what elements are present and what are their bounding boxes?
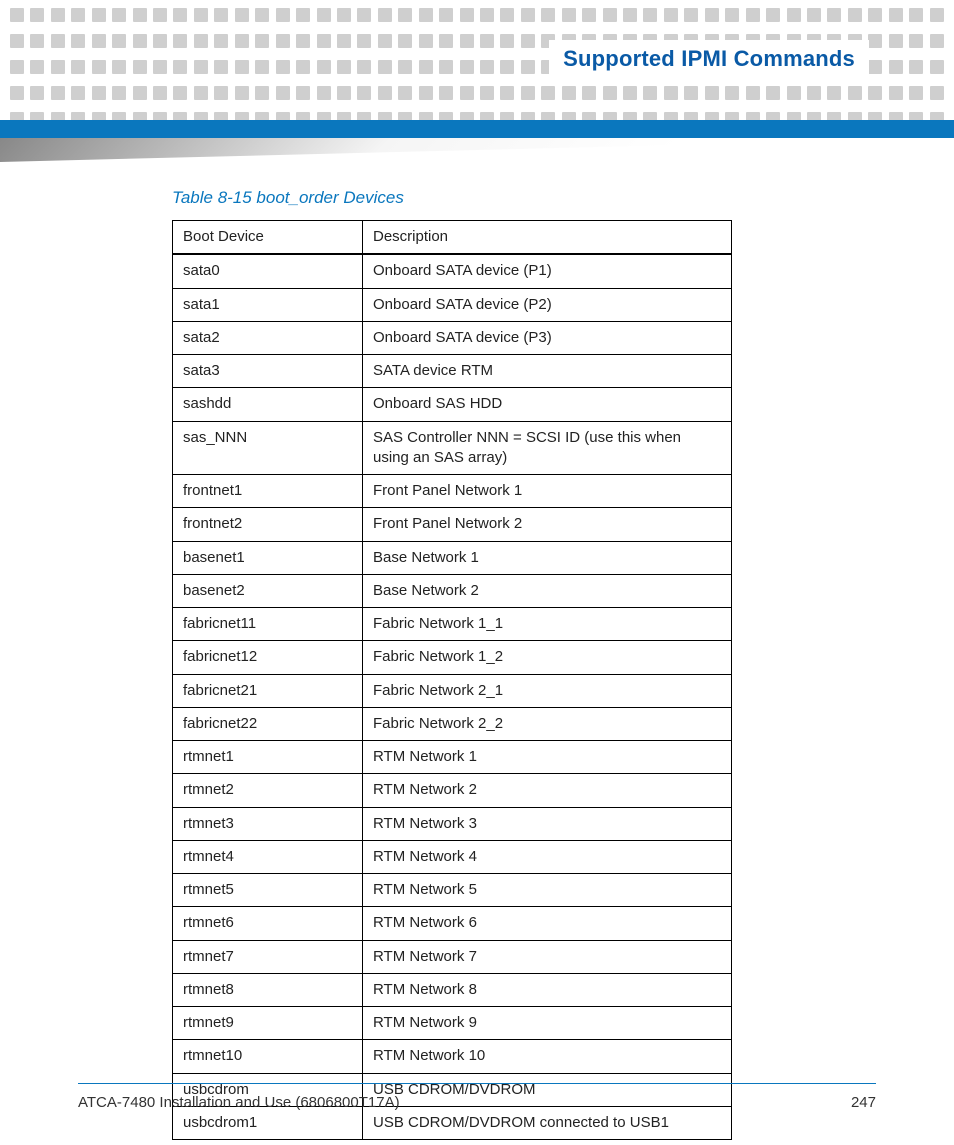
- cell-description: Fabric Network 2_2: [363, 707, 732, 740]
- table-row: fabricnet12Fabric Network 1_2: [173, 641, 732, 674]
- cell-description: SAS Controller NNN = SCSI ID (use this w…: [363, 421, 732, 475]
- cell-description: RTM Network 3: [363, 807, 732, 840]
- cell-description: Base Network 2: [363, 574, 732, 607]
- cell-description: Onboard SAS HDD: [363, 388, 732, 421]
- table-caption: Table 8-15 boot_order Devices: [172, 188, 732, 208]
- cell-boot-device: rtmnet7: [173, 940, 363, 973]
- table-row: rtmnet7RTM Network 7: [173, 940, 732, 973]
- boot-order-devices-table: Boot Device Description sata0Onboard SAT…: [172, 220, 732, 1140]
- cell-boot-device: basenet1: [173, 541, 363, 574]
- cell-description: Fabric Network 2_1: [363, 674, 732, 707]
- cell-boot-device: sas_NNN: [173, 421, 363, 475]
- table-row: rtmnet8RTM Network 8: [173, 973, 732, 1006]
- cell-description: Onboard SATA device (P3): [363, 321, 732, 354]
- table-row: rtmnet4RTM Network 4: [173, 840, 732, 873]
- cell-description: RTM Network 9: [363, 1007, 732, 1040]
- cell-description: Onboard SATA device (P2): [363, 288, 732, 321]
- cell-description: Fabric Network 1_1: [363, 608, 732, 641]
- cell-boot-device: rtmnet8: [173, 973, 363, 1006]
- cell-boot-device: rtmnet10: [173, 1040, 363, 1073]
- table-row: sata3SATA device RTM: [173, 355, 732, 388]
- table-row: sata0Onboard SATA device (P1): [173, 254, 732, 288]
- table-row: sata2Onboard SATA device (P3): [173, 321, 732, 354]
- table-row: frontnet2Front Panel Network 2: [173, 508, 732, 541]
- cell-boot-device: basenet2: [173, 574, 363, 607]
- cell-boot-device: usbcdrom1: [173, 1106, 363, 1139]
- col-header-description: Description: [363, 221, 732, 255]
- table-row: rtmnet1RTM Network 1: [173, 741, 732, 774]
- header-wedge-gradient: [0, 138, 954, 162]
- table-row: fabricnet11Fabric Network 1_1: [173, 608, 732, 641]
- cell-description: Front Panel Network 1: [363, 475, 732, 508]
- cell-boot-device: sashdd: [173, 388, 363, 421]
- cell-boot-device: rtmnet3: [173, 807, 363, 840]
- table-row: rtmnet6RTM Network 6: [173, 907, 732, 940]
- cell-description: RTM Network 2: [363, 774, 732, 807]
- footer-doc-title: ATCA-7480 Installation and Use (6806800T…: [78, 1094, 400, 1111]
- cell-boot-device: fabricnet22: [173, 707, 363, 740]
- table-row: rtmnet3RTM Network 3: [173, 807, 732, 840]
- cell-boot-device: sata1: [173, 288, 363, 321]
- col-header-boot-device: Boot Device: [173, 221, 363, 255]
- table-row: rtmnet2RTM Network 2: [173, 774, 732, 807]
- cell-description: RTM Network 8: [363, 973, 732, 1006]
- page-footer: ATCA-7480 Installation and Use (6806800T…: [78, 1083, 876, 1111]
- table-row: sata1Onboard SATA device (P2): [173, 288, 732, 321]
- table-row: basenet2Base Network 2: [173, 574, 732, 607]
- cell-boot-device: sata3: [173, 355, 363, 388]
- cell-boot-device: fabricnet21: [173, 674, 363, 707]
- table-row: fabricnet22Fabric Network 2_2: [173, 707, 732, 740]
- main-content: Table 8-15 boot_order Devices Boot Devic…: [172, 188, 732, 1140]
- cell-boot-device: fabricnet11: [173, 608, 363, 641]
- cell-description: Fabric Network 1_2: [363, 641, 732, 674]
- cell-description: RTM Network 7: [363, 940, 732, 973]
- cell-description: Base Network 1: [363, 541, 732, 574]
- cell-description: SATA device RTM: [363, 355, 732, 388]
- cell-boot-device: sata0: [173, 254, 363, 288]
- cell-description: RTM Network 4: [363, 840, 732, 873]
- section-title: Supported IPMI Commands: [549, 40, 869, 78]
- cell-description: RTM Network 5: [363, 874, 732, 907]
- table-row: rtmnet9RTM Network 9: [173, 1007, 732, 1040]
- table-row: sas_NNNSAS Controller NNN = SCSI ID (use…: [173, 421, 732, 475]
- cell-description: RTM Network 1: [363, 741, 732, 774]
- cell-description: Front Panel Network 2: [363, 508, 732, 541]
- cell-boot-device: rtmnet2: [173, 774, 363, 807]
- cell-description: RTM Network 6: [363, 907, 732, 940]
- cell-boot-device: rtmnet6: [173, 907, 363, 940]
- cell-description: USB CDROM/DVDROM connected to USB1: [363, 1106, 732, 1139]
- cell-description: Onboard SATA device (P1): [363, 254, 732, 288]
- header-blue-bar: [0, 120, 954, 138]
- table-row: rtmnet5RTM Network 5: [173, 874, 732, 907]
- cell-boot-device: frontnet2: [173, 508, 363, 541]
- cell-boot-device: rtmnet4: [173, 840, 363, 873]
- cell-boot-device: fabricnet12: [173, 641, 363, 674]
- cell-boot-device: rtmnet9: [173, 1007, 363, 1040]
- table-row: sashddOnboard SAS HDD: [173, 388, 732, 421]
- cell-boot-device: rtmnet5: [173, 874, 363, 907]
- footer-page-number: 247: [851, 1094, 876, 1111]
- cell-description: RTM Network 10: [363, 1040, 732, 1073]
- table-row: fabricnet21Fabric Network 2_1: [173, 674, 732, 707]
- cell-boot-device: frontnet1: [173, 475, 363, 508]
- table-row: frontnet1Front Panel Network 1: [173, 475, 732, 508]
- table-row: usbcdrom1USB CDROM/DVDROM connected to U…: [173, 1106, 732, 1139]
- cell-boot-device: sata2: [173, 321, 363, 354]
- table-header-row: Boot Device Description: [173, 221, 732, 255]
- table-row: basenet1Base Network 1: [173, 541, 732, 574]
- cell-boot-device: rtmnet1: [173, 741, 363, 774]
- table-row: rtmnet10RTM Network 10: [173, 1040, 732, 1073]
